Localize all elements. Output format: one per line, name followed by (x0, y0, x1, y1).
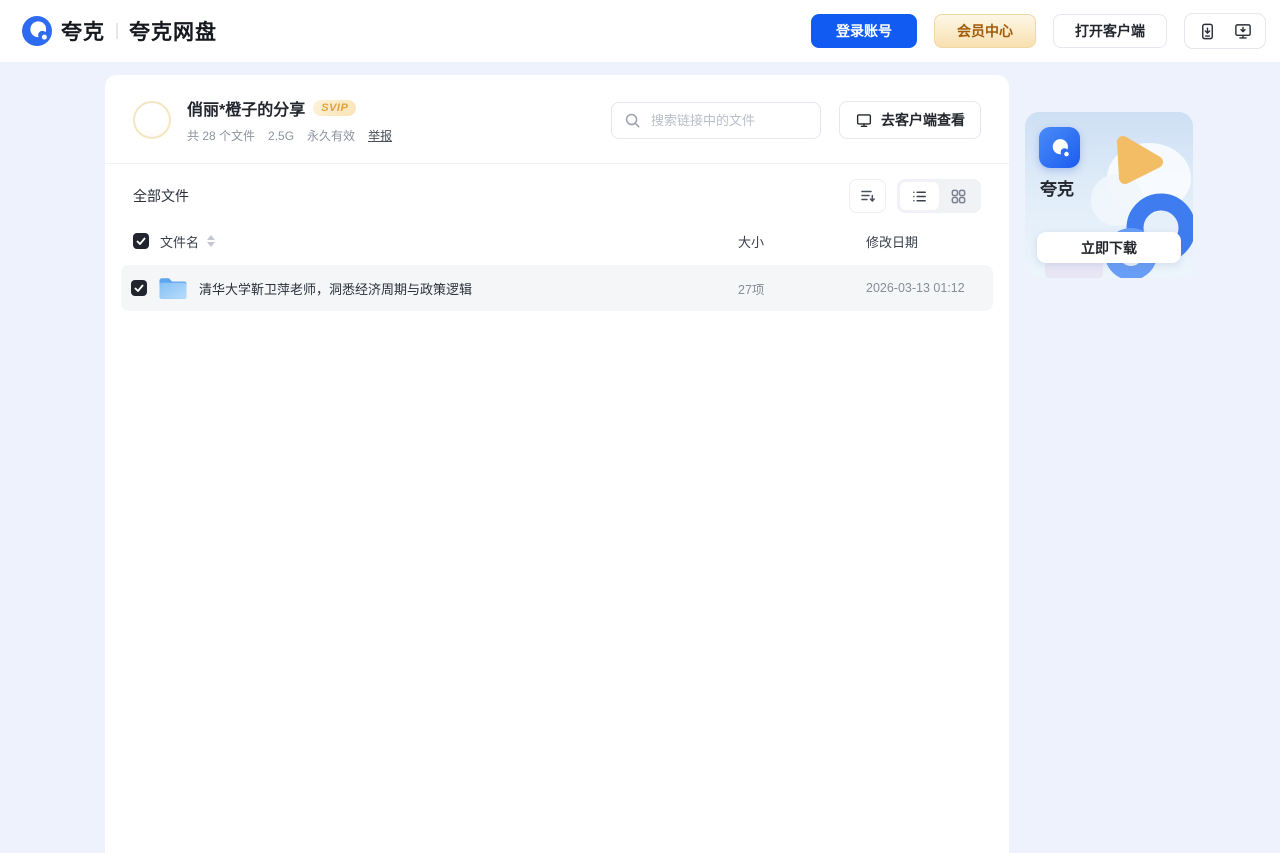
share-meta: 共 28 个文件 2.5G 永久有效 举报 (187, 127, 392, 144)
folder-icon (158, 276, 188, 301)
view-in-client-button[interactable]: 去客户端查看 (839, 101, 981, 139)
share-title: 俏丽*橙子的分享 (187, 96, 305, 120)
mobile-download-icon[interactable] (1197, 21, 1217, 41)
monitor-icon (855, 112, 873, 129)
sort-button[interactable] (849, 179, 886, 213)
share-file-summary: 共 28 个文件 (187, 127, 255, 144)
grid-view-button[interactable] (939, 182, 978, 210)
search-input[interactable] (649, 112, 808, 129)
login-button[interactable]: 登录账号 (811, 14, 917, 48)
view-controls (849, 179, 981, 213)
list-view-icon (911, 188, 928, 205)
brand-logo-group: 夸克 夸克网盘 (22, 16, 217, 46)
size-column-header: 大小 (738, 232, 866, 251)
top-header: 夸克 夸克网盘 登录账号 会员中心 打开客户端 (0, 0, 1280, 62)
share-content-card: 俏丽*橙子的分享 SVIP 共 28 个文件 2.5G 永久有效 举报 (105, 75, 1009, 853)
name-column-header[interactable]: 文件名 (160, 232, 199, 251)
avatar (133, 101, 171, 139)
report-link[interactable]: 举报 (368, 127, 392, 144)
files-section-row: 全部文件 (105, 164, 1009, 223)
header-actions: 登录账号 会员中心 打开客户端 (811, 13, 1266, 49)
share-total-size: 2.5G (268, 129, 294, 143)
files-section-title: 全部文件 (133, 186, 189, 206)
main-area: 俏丽*橙子的分享 SVIP 共 28 个文件 2.5G 永久有效 举报 (0, 62, 1280, 853)
view-in-client-label: 去客户端查看 (881, 110, 965, 130)
grid-view-icon (950, 188, 967, 205)
share-header: 俏丽*橙子的分享 SVIP 共 28 个文件 2.5G 永久有效 举报 (105, 75, 1009, 164)
brand-name: 夸克 (61, 16, 105, 46)
row-checkbox[interactable] (131, 280, 147, 296)
share-validity: 永久有效 (307, 127, 355, 144)
search-box (611, 102, 821, 139)
select-all-checkbox[interactable] (133, 233, 149, 249)
product-name: 夸克网盘 (129, 16, 217, 46)
file-name: 清华大学靳卫萍老师，洞悉经济周期与政策逻辑 (199, 279, 472, 298)
list-view-button[interactable] (900, 182, 939, 210)
sort-icon (859, 187, 877, 205)
search-icon (624, 112, 641, 129)
svip-badge: SVIP (313, 100, 356, 116)
quark-app-icon (1039, 127, 1080, 168)
download-now-button[interactable]: 立即下载 (1037, 232, 1181, 263)
app-promo-card: 夸克 立即下载 (1025, 112, 1193, 278)
name-sort-icon[interactable] (207, 235, 215, 247)
date-column-header: 修改日期 (866, 232, 981, 251)
share-info: 俏丽*橙子的分享 SVIP 共 28 个文件 2.5G 永久有效 举报 (187, 96, 392, 144)
open-client-button[interactable]: 打开客户端 (1053, 14, 1167, 48)
download-apps-group (1184, 13, 1266, 49)
promo-app-name: 夸克 (1040, 175, 1074, 200)
quark-logo-icon (22, 16, 52, 46)
membership-button[interactable]: 会员中心 (934, 14, 1036, 48)
file-row[interactable]: 清华大学靳卫萍老师，洞悉经济周期与政策逻辑 27项 2026-03-13 01:… (121, 265, 993, 311)
file-date: 2026-03-13 01:12 (866, 281, 981, 295)
file-size: 27项 (738, 279, 866, 298)
desktop-download-icon[interactable] (1233, 21, 1253, 41)
file-table-header: 文件名 大小 修改日期 (105, 223, 1009, 259)
view-toggle (897, 179, 981, 213)
brand-divider (116, 23, 118, 39)
